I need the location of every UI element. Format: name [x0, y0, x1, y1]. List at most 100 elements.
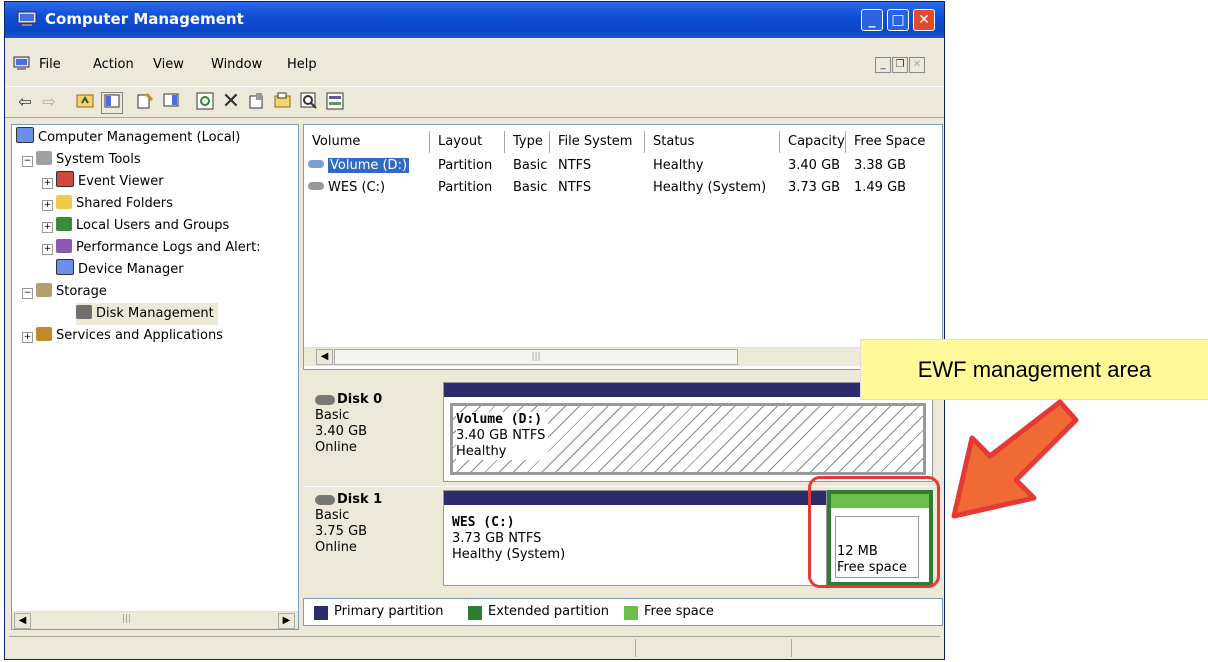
tree-item-local-users[interactable]: Local Users and Groups [56, 215, 229, 237]
list-horizontal-scrollbar[interactable]: ◀ ||| [304, 347, 942, 366]
computer-icon [17, 11, 37, 27]
close-button[interactable]: ✕ [913, 9, 935, 31]
drive-icon [308, 182, 324, 190]
tree-label: Event Viewer [78, 174, 164, 189]
users-icon [56, 217, 72, 231]
disk-name: Disk 1 [337, 492, 383, 507]
expand-icon[interactable]: + [42, 222, 53, 233]
annotation-label: EWF management area [860, 339, 1208, 400]
refresh-icon[interactable] [195, 92, 215, 112]
disk-state: Online [315, 440, 357, 455]
open-folder-icon[interactable] [273, 92, 293, 112]
export-icon[interactable] [161, 92, 181, 112]
up-folder-icon[interactable] [75, 92, 95, 112]
scroll-thumb-grip[interactable]: ||| [122, 614, 131, 624]
tree-item-system-tools[interactable]: System Tools [36, 149, 141, 171]
column-header-type[interactable]: Type [505, 131, 550, 153]
volume-cell: Volume (D:) [308, 155, 410, 177]
scroll-right-icon[interactable]: ▶ [278, 613, 295, 629]
column-header-volume[interactable]: Volume [304, 131, 430, 153]
collapse-icon[interactable]: − [22, 288, 33, 299]
wes-c-partition[interactable]: WES (C:) 3.73 GB NTFS Healthy (System) [452, 515, 565, 563]
menu-window[interactable]: Window [211, 57, 262, 72]
mdi-restore-button[interactable]: ❐ [892, 57, 908, 73]
disk-0-label[interactable]: Disk 0 Basic 3.40 GB Online [315, 392, 382, 456]
partition-status: Healthy [456, 444, 507, 459]
volume-list: Volume Layout Type File System Status Ca… [303, 124, 943, 370]
search-icon[interactable] [299, 92, 319, 112]
layout-cell: Partition [438, 158, 493, 173]
tree-item-disk-management[interactable]: Disk Management [76, 303, 218, 325]
tree-label: System Tools [56, 152, 141, 167]
expand-icon[interactable]: + [22, 332, 33, 343]
disk-1-label[interactable]: Disk 1 Basic 3.75 GB Online [315, 492, 382, 556]
tree-item-device-manager[interactable]: Device Manager [56, 259, 184, 281]
partition-status: Healthy (System) [452, 547, 566, 562]
disk-management-icon [76, 305, 92, 319]
tree-item-event-viewer[interactable]: Event Viewer [56, 171, 164, 193]
status-cell: Healthy (System) [653, 180, 767, 195]
free-swatch [624, 606, 638, 620]
scroll-left-icon[interactable]: ◀ [316, 349, 333, 365]
tree-label: Performance Logs and Alert: [76, 240, 261, 255]
tree-label: Storage [56, 284, 107, 299]
services-icon [36, 327, 52, 341]
menu-view[interactable]: View [153, 57, 184, 72]
folder-icon [56, 195, 72, 209]
tree-horizontal-scrollbar[interactable]: ◀ ||| ▶ [12, 611, 298, 629]
tree-item-services[interactable]: Services and Applications [36, 325, 223, 347]
title-bar[interactable]: Computer Management _ □ ✕ [5, 2, 944, 38]
free-space-cell: 3.38 GB [854, 158, 907, 173]
expand-icon[interactable]: + [42, 178, 53, 189]
volume-d-partition[interactable]: Volume (D:) 3.40 GB NTFS Healthy [450, 403, 926, 475]
scroll-left-icon[interactable]: ◀ [14, 613, 31, 629]
window-title: Computer Management [45, 10, 244, 28]
show-hide-tree-icon[interactable] [101, 92, 123, 114]
status-cell: Healthy [653, 158, 704, 173]
column-header-status[interactable]: Status [645, 131, 780, 153]
forward-icon[interactable]: ⇨ [39, 92, 59, 112]
tree-item-shared-folders[interactable]: Shared Folders [56, 193, 173, 215]
layout-cell: Partition [438, 180, 493, 195]
tree-item-storage[interactable]: Storage [36, 281, 107, 303]
back-icon[interactable]: ⇦ [15, 92, 35, 112]
column-header-file-system[interactable]: File System [550, 131, 645, 153]
minimize-button[interactable]: _ [861, 9, 883, 31]
expand-icon[interactable]: + [42, 244, 53, 255]
disk-1-map: WES (C:) 3.73 GB NTFS Healthy (System) [443, 490, 827, 586]
tree-item-performance-logs[interactable]: Performance Logs and Alert: [56, 237, 261, 259]
column-header-free-space[interactable]: Free Space [846, 131, 942, 153]
disk-size: 3.40 GB [315, 424, 368, 439]
type-cell: Basic [513, 180, 548, 195]
menu-help[interactable]: Help [287, 57, 317, 72]
column-header-capacity[interactable]: Capacity [780, 131, 846, 153]
scroll-thumb[interactable]: ||| [334, 349, 738, 365]
tree-label: Local Users and Groups [76, 218, 230, 233]
tree-item-computer-management[interactable]: Computer Management (Local) [16, 127, 240, 149]
toolbar: ⇦ ⇨ ✕ [5, 86, 944, 118]
storage-icon [36, 283, 52, 297]
expand-icon[interactable]: + [42, 200, 53, 211]
menu-bar: File Action View Window Help _ ❐ ✕ [5, 54, 944, 78]
system-menu-icon[interactable] [13, 56, 31, 76]
properties-icon[interactable] [135, 92, 155, 112]
delete-icon[interactable]: ✕ [221, 91, 241, 113]
menu-file[interactable]: File [39, 57, 61, 72]
menu-action[interactable]: Action [93, 57, 134, 72]
mdi-minimize-button[interactable]: _ [875, 57, 891, 73]
capacity-cell: 3.73 GB [788, 180, 841, 195]
collapse-icon[interactable]: − [22, 156, 33, 167]
volume-cell: WES (C:) [308, 177, 385, 199]
column-header-layout[interactable]: Layout [430, 131, 505, 153]
mdi-close-button[interactable]: ✕ [909, 57, 925, 73]
primary-partition-bar [444, 491, 826, 505]
properties-sheet-icon[interactable] [247, 92, 267, 112]
legend-primary-label: Primary partition [334, 604, 444, 619]
file-system-cell: NTFS [558, 180, 592, 195]
performance-icon [56, 239, 72, 253]
primary-swatch [314, 606, 328, 620]
disk-list-icon[interactable] [325, 92, 345, 112]
maximize-button[interactable]: □ [887, 9, 909, 31]
type-cell: Basic [513, 158, 548, 173]
disk-state: Online [315, 540, 357, 555]
